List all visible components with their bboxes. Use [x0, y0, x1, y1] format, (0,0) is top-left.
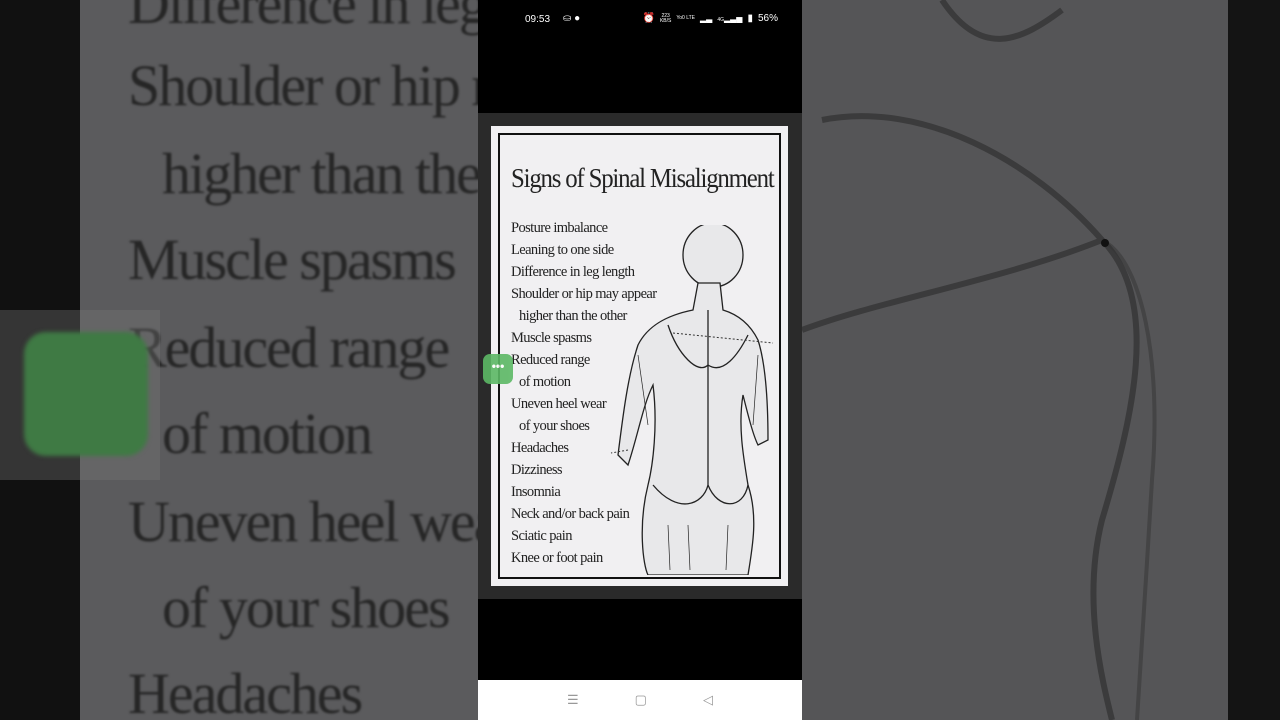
infographic-card: Signs of Spinal Misalignment Posture imb… [491, 126, 788, 586]
infographic-title: Signs of Spinal Misalignment [511, 163, 775, 193]
battery-icon: ▮ [747, 13, 753, 24]
back-button[interactable]: ◁ [703, 692, 713, 708]
background-left: Difference in leg le Shoulder or hip ma … [0, 0, 478, 720]
anatomy-back-illustration [610, 225, 774, 575]
bg-line: higher than the o [162, 141, 478, 206]
clock: 09:53 [525, 14, 551, 25]
home-button[interactable]: ▢ [635, 692, 647, 708]
notification-icons: ⛀ ● [563, 13, 581, 24]
bg-line: of motion [162, 401, 373, 466]
alarm-icon: ⏰ [642, 13, 655, 24]
bg-line: Difference in leg le [128, 0, 478, 36]
bg-line: Shoulder or hip ma [128, 53, 478, 118]
signal-4g-icon: 4G▂▃▅ [717, 14, 743, 23]
recents-button[interactable]: ☰ [567, 692, 579, 708]
volte-icon: Yo0 LTE [676, 15, 696, 21]
net-speed: 223 KB/S [659, 12, 672, 24]
bg-line: Reduced range [128, 315, 450, 380]
bg-line: Muscle spasms [128, 227, 457, 292]
signal-icon: ▂▃ [700, 14, 713, 23]
navigation-bar: ☰ ▢ ◁ [478, 680, 802, 720]
blurred-floating-button [0, 310, 160, 480]
background-right [802, 0, 1280, 720]
status-bar: 09:53 ⛀ ● ⏰ 223 KB/S Yo0 LTE ▂▃ 4G▂▃▅ ▮ 5… [478, 0, 802, 40]
floating-more-button[interactable]: ••• [483, 354, 513, 384]
bg-line: Uneven heel wear [128, 489, 478, 554]
image-viewer[interactable]: Signs of Spinal Misalignment Posture imb… [478, 113, 802, 599]
blurred-anatomy-illustration [802, 0, 1157, 720]
bg-line: of your shoes [162, 575, 451, 640]
bg-line: Headaches [128, 661, 363, 720]
battery-percent: 56% [757, 13, 778, 24]
phone-screen: 09:53 ⛀ ● ⏰ 223 KB/S Yo0 LTE ▂▃ 4G▂▃▅ ▮ 5… [478, 0, 802, 720]
